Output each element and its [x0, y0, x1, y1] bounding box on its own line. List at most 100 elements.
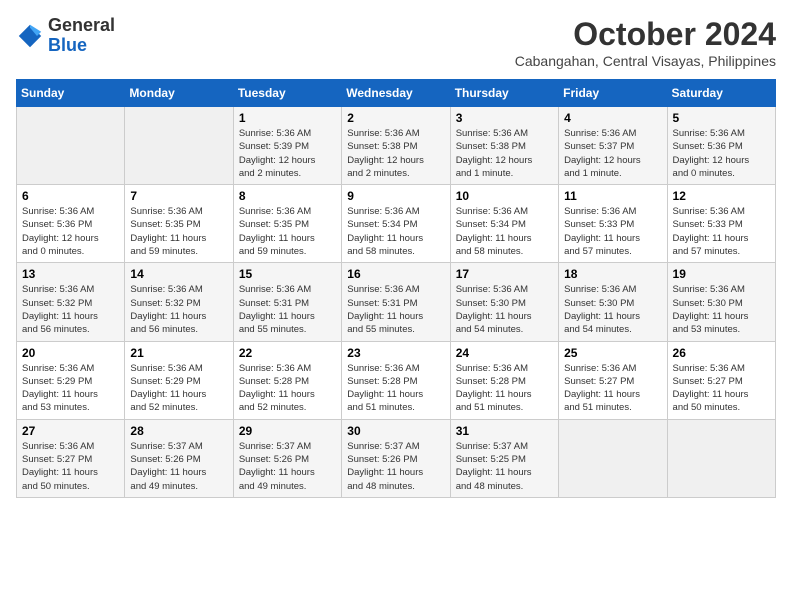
day-info: Sunrise: 5:36 AM Sunset: 5:29 PM Dayligh… [130, 362, 227, 415]
day-number: 11 [564, 189, 661, 203]
location-title: Cabangahan, Central Visayas, Philippines [515, 53, 776, 69]
weekday-header-saturday: Saturday [667, 80, 775, 107]
day-cell: 26 Sunrise: 5:36 AM Sunset: 5:27 PM Dayli… [667, 341, 775, 419]
week-row-5: 27 Sunrise: 5:36 AM Sunset: 5:27 PM Dayli… [17, 419, 776, 497]
day-info: Sunrise: 5:36 AM Sunset: 5:34 PM Dayligh… [456, 205, 553, 258]
logo-general: General [48, 16, 115, 36]
day-cell: 25Sunrise: 5:36 AM Sunset: 5:27 PM Dayli… [559, 341, 667, 419]
calendar: SundayMondayTuesdayWednesdayThursdayFrid… [16, 79, 776, 498]
day-info: Sunrise: 5:37 AM Sunset: 5:26 PM Dayligh… [130, 440, 227, 493]
page-header: General Blue October 2024 Cabangahan, Ce… [16, 16, 776, 69]
weekday-header-tuesday: Tuesday [233, 80, 341, 107]
day-number: 14 [130, 267, 227, 281]
weekday-header-thursday: Thursday [450, 80, 558, 107]
day-number: 15 [239, 267, 336, 281]
week-row-3: 13Sunrise: 5:36 AM Sunset: 5:32 PM Dayli… [17, 263, 776, 341]
day-cell: 14 Sunrise: 5:36 AM Sunset: 5:32 PM Dayli… [125, 263, 233, 341]
weekday-header-friday: Friday [559, 80, 667, 107]
day-info: Sunrise: 5:36 AM Sunset: 5:37 PM Dayligh… [564, 127, 661, 180]
day-cell: 11 Sunrise: 5:36 AM Sunset: 5:33 PM Dayli… [559, 185, 667, 263]
day-number: 28 [130, 424, 227, 438]
day-info: Sunrise: 5:36 AM Sunset: 5:32 PM Dayligh… [130, 283, 227, 336]
day-cell: 20 Sunrise: 5:36 AM Sunset: 5:29 PM Dayli… [17, 341, 125, 419]
day-cell [667, 419, 775, 497]
day-cell: 23 Sunrise: 5:36 AM Sunset: 5:28 PM Dayli… [342, 341, 450, 419]
day-number: 27 [22, 424, 119, 438]
day-info: Sunrise: 5:36 AM Sunset: 5:29 PM Dayligh… [22, 362, 119, 415]
day-cell: 24 Sunrise: 5:36 AM Sunset: 5:28 PM Dayli… [450, 341, 558, 419]
day-info: Sunrise: 5:36 AM Sunset: 5:39 PM Dayligh… [239, 127, 336, 180]
day-number: 2 [347, 111, 444, 125]
day-number: 24 [456, 346, 553, 360]
day-number: 17 [456, 267, 553, 281]
day-number: 29 [239, 424, 336, 438]
day-number: 8 [239, 189, 336, 203]
day-number: 16 [347, 267, 444, 281]
day-cell: 18Sunrise: 5:36 AM Sunset: 5:30 PM Dayli… [559, 263, 667, 341]
day-number: 30 [347, 424, 444, 438]
day-info: Sunrise: 5:36 AM Sunset: 5:36 PM Dayligh… [22, 205, 119, 258]
weekday-header-wednesday: Wednesday [342, 80, 450, 107]
day-cell [125, 107, 233, 185]
day-cell: 19 Sunrise: 5:36 AM Sunset: 5:30 PM Dayli… [667, 263, 775, 341]
day-info: Sunrise: 5:36 AM Sunset: 5:30 PM Dayligh… [456, 283, 553, 336]
day-info: Sunrise: 5:36 AM Sunset: 5:31 PM Dayligh… [239, 283, 336, 336]
day-cell: 17 Sunrise: 5:36 AM Sunset: 5:30 PM Dayli… [450, 263, 558, 341]
day-cell: 1Sunrise: 5:36 AM Sunset: 5:39 PM Daylig… [233, 107, 341, 185]
day-info: Sunrise: 5:36 AM Sunset: 5:27 PM Dayligh… [673, 362, 770, 415]
day-number: 9 [347, 189, 444, 203]
day-number: 10 [456, 189, 553, 203]
day-cell: 31 Sunrise: 5:37 AM Sunset: 5:25 PM Dayli… [450, 419, 558, 497]
logo-icon [16, 22, 44, 50]
day-cell: 7Sunrise: 5:36 AM Sunset: 5:35 PM Daylig… [125, 185, 233, 263]
day-number: 6 [22, 189, 119, 203]
day-number: 18 [564, 267, 661, 281]
day-number: 20 [22, 346, 119, 360]
day-info: Sunrise: 5:36 AM Sunset: 5:32 PM Dayligh… [22, 283, 119, 336]
day-number: 26 [673, 346, 770, 360]
day-info: Sunrise: 5:36 AM Sunset: 5:35 PM Dayligh… [239, 205, 336, 258]
day-cell: 4Sunrise: 5:36 AM Sunset: 5:37 PM Daylig… [559, 107, 667, 185]
week-row-4: 20 Sunrise: 5:36 AM Sunset: 5:29 PM Dayli… [17, 341, 776, 419]
day-cell [17, 107, 125, 185]
day-number: 5 [673, 111, 770, 125]
day-info: Sunrise: 5:36 AM Sunset: 5:33 PM Dayligh… [564, 205, 661, 258]
day-cell: 15 Sunrise: 5:36 AM Sunset: 5:31 PM Dayli… [233, 263, 341, 341]
day-number: 21 [130, 346, 227, 360]
day-cell [559, 419, 667, 497]
logo: General Blue [16, 16, 115, 56]
logo-blue: Blue [48, 36, 115, 56]
day-number: 19 [673, 267, 770, 281]
day-number: 7 [130, 189, 227, 203]
day-info: Sunrise: 5:36 AM Sunset: 5:27 PM Dayligh… [564, 362, 661, 415]
month-title: October 2024 [515, 16, 776, 53]
day-cell: 9 Sunrise: 5:36 AM Sunset: 5:34 PM Daylig… [342, 185, 450, 263]
day-number: 23 [347, 346, 444, 360]
day-info: Sunrise: 5:36 AM Sunset: 5:33 PM Dayligh… [673, 205, 770, 258]
day-cell: 27 Sunrise: 5:36 AM Sunset: 5:27 PM Dayli… [17, 419, 125, 497]
day-info: Sunrise: 5:36 AM Sunset: 5:31 PM Dayligh… [347, 283, 444, 336]
day-info: Sunrise: 5:36 AM Sunset: 5:34 PM Dayligh… [347, 205, 444, 258]
day-info: Sunrise: 5:36 AM Sunset: 5:28 PM Dayligh… [456, 362, 553, 415]
day-info: Sunrise: 5:36 AM Sunset: 5:27 PM Dayligh… [22, 440, 119, 493]
day-info: Sunrise: 5:36 AM Sunset: 5:28 PM Dayligh… [239, 362, 336, 415]
day-info: Sunrise: 5:36 AM Sunset: 5:28 PM Dayligh… [347, 362, 444, 415]
day-cell: 22 Sunrise: 5:36 AM Sunset: 5:28 PM Dayli… [233, 341, 341, 419]
day-info: Sunrise: 5:36 AM Sunset: 5:30 PM Dayligh… [673, 283, 770, 336]
day-cell: 12 Sunrise: 5:36 AM Sunset: 5:33 PM Dayli… [667, 185, 775, 263]
day-number: 22 [239, 346, 336, 360]
day-number: 31 [456, 424, 553, 438]
day-cell: 13Sunrise: 5:36 AM Sunset: 5:32 PM Dayli… [17, 263, 125, 341]
weekday-header-monday: Monday [125, 80, 233, 107]
day-number: 3 [456, 111, 553, 125]
day-cell: 16 Sunrise: 5:36 AM Sunset: 5:31 PM Dayli… [342, 263, 450, 341]
week-row-1: 1Sunrise: 5:36 AM Sunset: 5:39 PM Daylig… [17, 107, 776, 185]
day-info: Sunrise: 5:36 AM Sunset: 5:38 PM Dayligh… [456, 127, 553, 180]
day-info: Sunrise: 5:37 AM Sunset: 5:26 PM Dayligh… [347, 440, 444, 493]
day-info: Sunrise: 5:37 AM Sunset: 5:25 PM Dayligh… [456, 440, 553, 493]
day-info: Sunrise: 5:37 AM Sunset: 5:26 PM Dayligh… [239, 440, 336, 493]
day-number: 12 [673, 189, 770, 203]
day-cell: 5Sunrise: 5:36 AM Sunset: 5:36 PM Daylig… [667, 107, 775, 185]
day-cell: 29 Sunrise: 5:37 AM Sunset: 5:26 PM Dayli… [233, 419, 341, 497]
day-cell: 30 Sunrise: 5:37 AM Sunset: 5:26 PM Dayli… [342, 419, 450, 497]
